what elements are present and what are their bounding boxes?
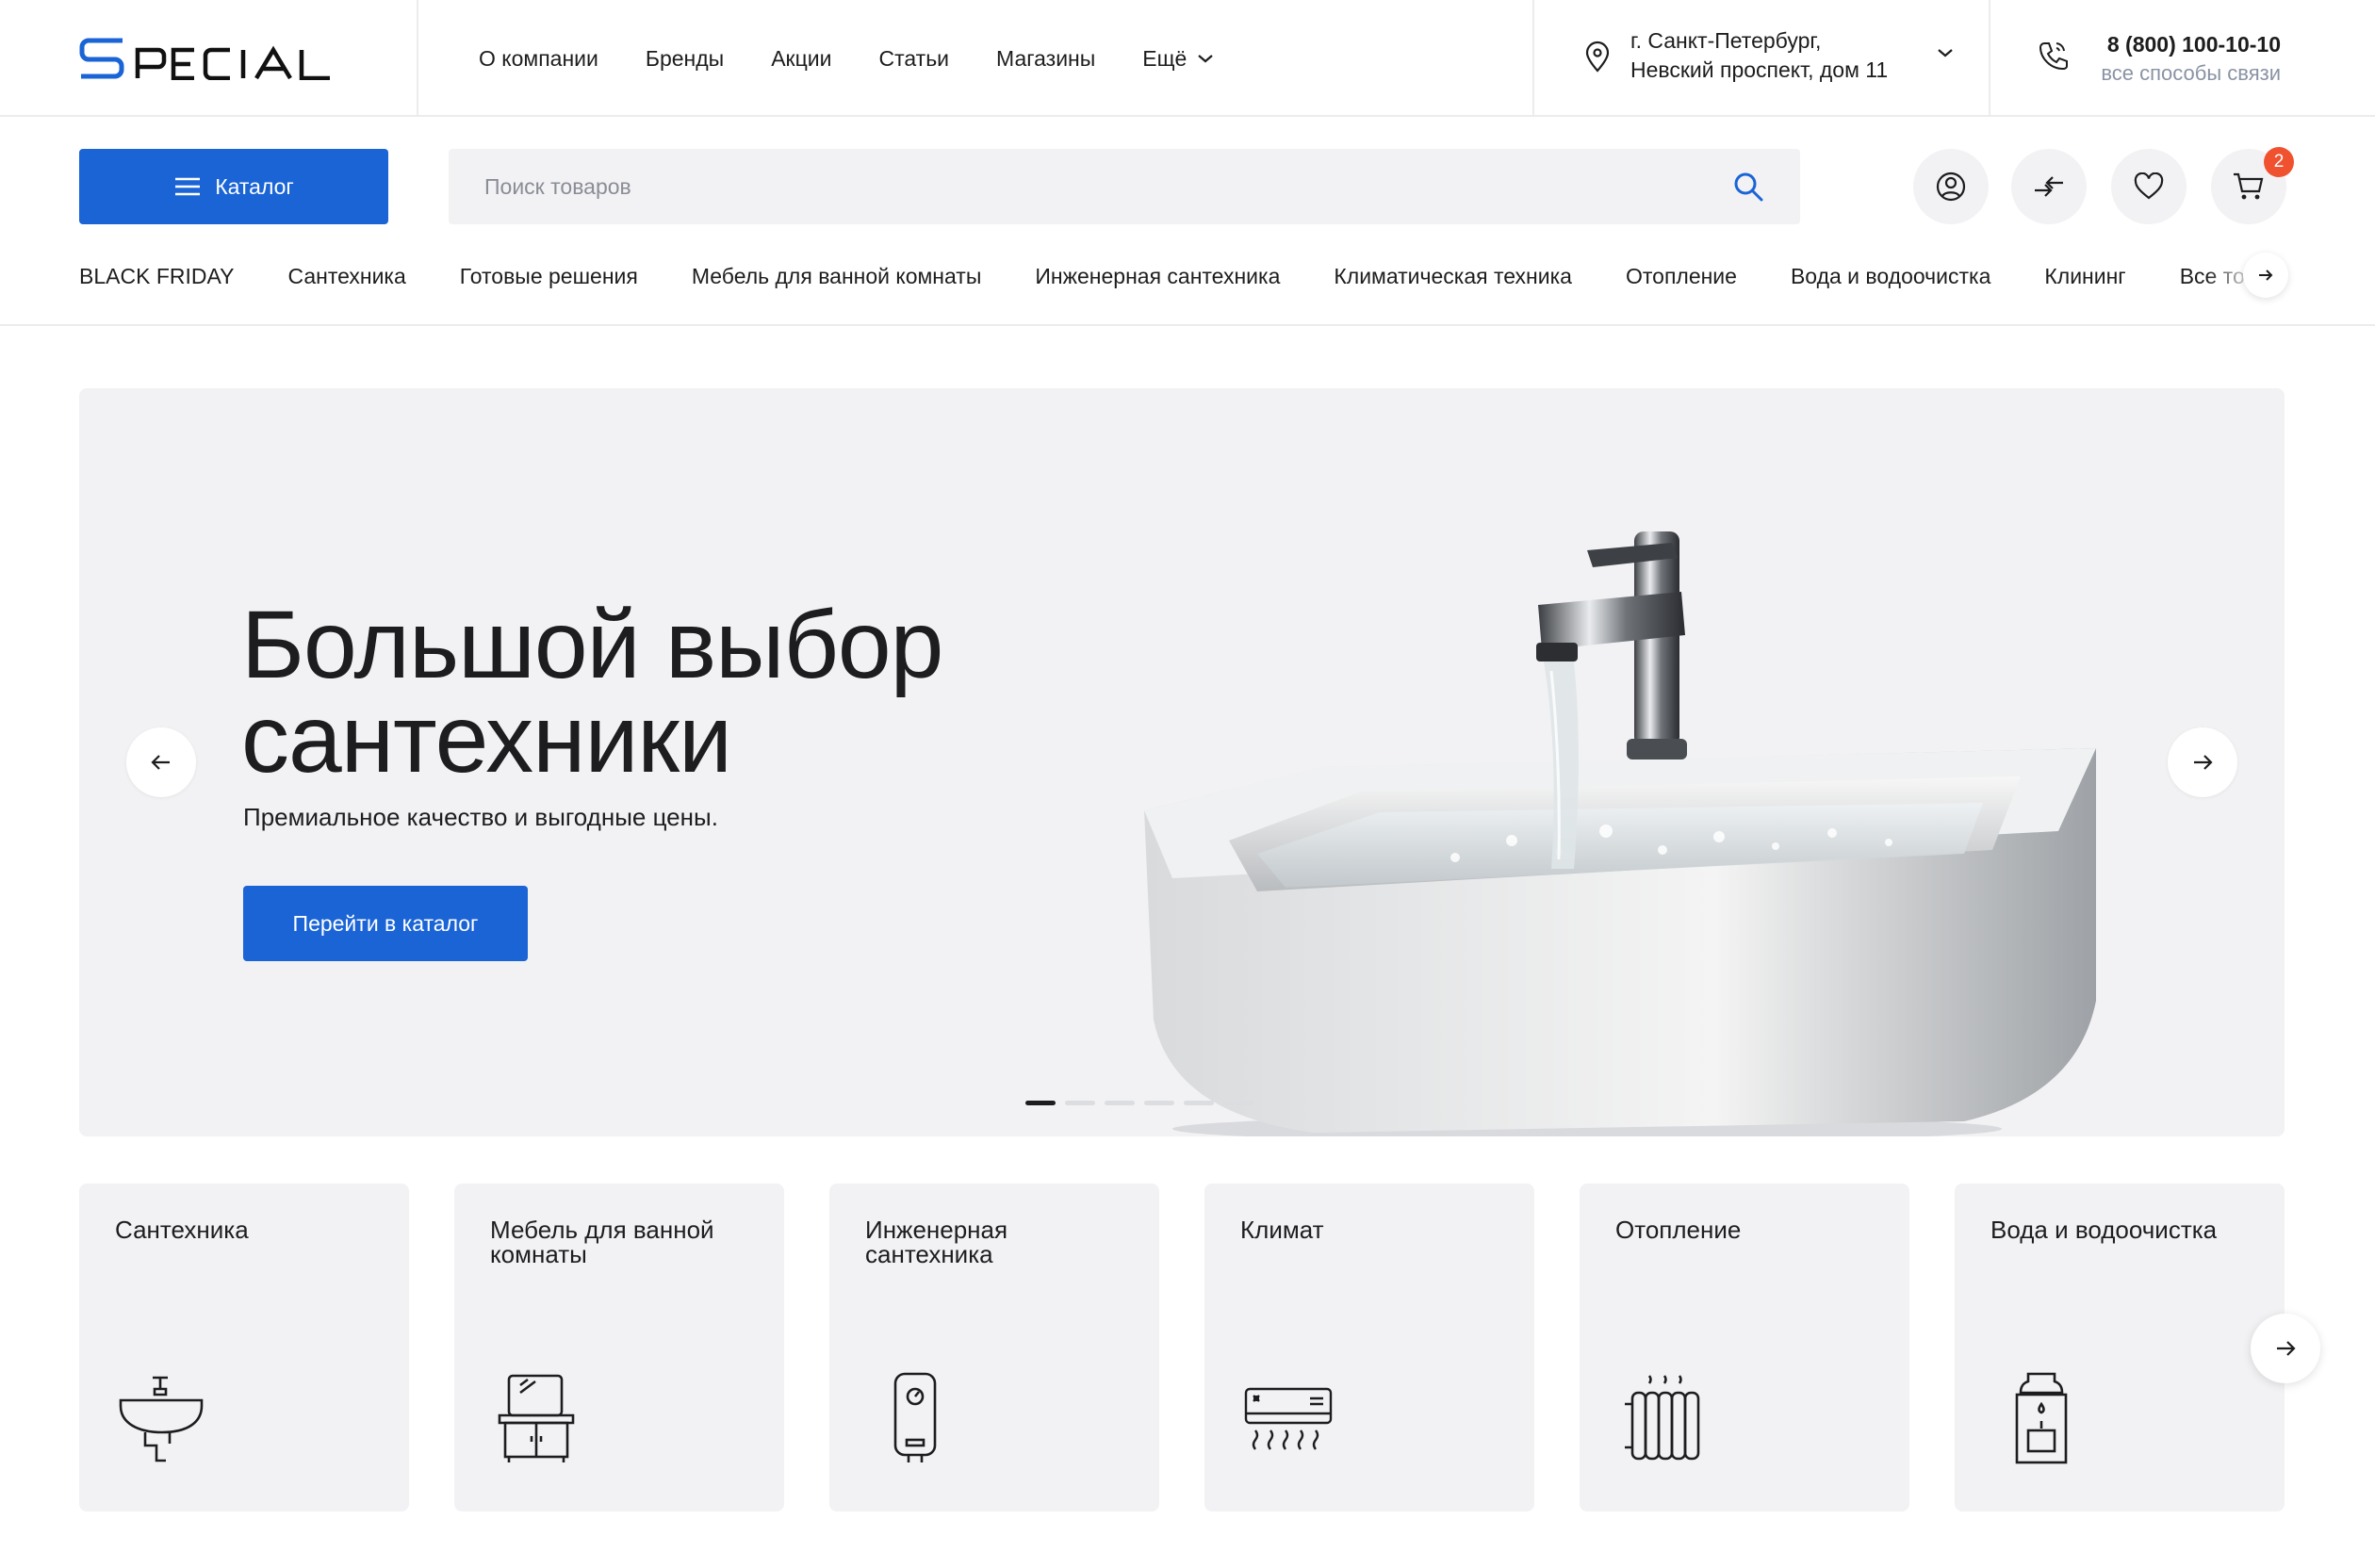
cart-icon [2234,172,2264,200]
arrow-right-icon [2259,270,2273,281]
divider [0,324,2375,326]
compare-button[interactable] [2011,149,2087,224]
category-card-bathroom-furniture[interactable]: Мебель для ванной комнаты [454,1184,784,1511]
phone-number[interactable]: 8 (800) 100-10-10 [2092,30,2281,58]
water-heater-icon [893,1372,937,1462]
category-link-cleaning[interactable]: Клининг [2044,264,2125,289]
category-card-engineering-plumbing[interactable]: Инженерная сантехника [829,1184,1159,1511]
catalog-button[interactable]: Каталог [79,149,388,224]
category-card-climate[interactable]: Климат [1204,1184,1534,1511]
arrow-left-icon [151,755,170,770]
arrow-right-icon [2277,1341,2296,1356]
divider [417,0,418,117]
hero-prev-button[interactable] [126,727,196,797]
arrow-right-icon [2194,755,2213,770]
category-link-water[interactable]: Вода и водоочистка [1791,264,1990,289]
search-icon[interactable] [1732,171,1764,203]
catalog-button-label: Каталог [215,173,294,199]
location-street: Невский проспект, дом 11 [1630,57,1889,82]
radiator-icon [1625,1375,1700,1461]
cart-button[interactable]: 2 [2211,147,2294,224]
cart-count-badge: 2 [2264,147,2294,177]
slider-dot[interactable] [1105,1101,1135,1105]
nav-link-articles[interactable]: Статьи [878,46,949,72]
top-navigation: О компании Бренды Акции Статьи Магазины … [479,0,1215,117]
nav-link-stores[interactable]: Магазины [996,46,1095,72]
contact-block: 8 (800) 100-10-10 все способы связи [2038,30,2281,89]
logo[interactable] [79,32,358,85]
top-bar: О компании Бренды Акции Статьи Магазины … [0,0,2375,117]
account-button[interactable] [1913,149,1989,224]
card-title: Вода и водоочистка [1990,1216,2218,1244]
nav-more-label: Ещё [1142,45,1188,71]
divider [1989,0,1990,117]
chevron-down-icon [1198,55,1214,63]
nav-link-about[interactable]: О компании [479,46,598,72]
hero-slider-dots [1025,1101,1253,1105]
favorites-button[interactable] [2111,149,2187,224]
chevron-down-icon [1938,49,1953,57]
hero-subtitle: Премиальное качество и выгодные цены. [243,803,718,831]
location-city: г. Санкт-Петербург, [1630,28,1822,53]
nav-link-promotions[interactable]: Акции [771,46,831,72]
slider-dot[interactable] [1184,1101,1214,1105]
category-link-black-friday[interactable]: BLACK FRIDAY [79,264,234,289]
search-input[interactable] [484,173,1732,200]
search-bar [449,149,1800,224]
washbasin-image [1144,531,2096,1136]
card-title: Климат [1240,1216,1324,1244]
category-link-heating[interactable]: Отопление [1626,264,1737,289]
hero-title-line-2: сантехники [241,685,732,792]
cards-next-button[interactable] [2251,1314,2320,1383]
logo-wordmark [79,38,330,80]
slider-dot[interactable] [1065,1101,1095,1105]
washbasin-icon [119,1376,204,1462]
all-contacts-link[interactable]: все способы связи [2092,58,2281,89]
location-selector[interactable]: г. Санкт-Петербург, Невский проспект, до… [1583,26,1955,85]
hero-title: Большой выбор сантехники [241,596,1089,787]
water-cooler-icon [2015,1372,2068,1464]
slider-dot[interactable] [1144,1101,1174,1105]
category-link-climate[interactable]: Климатическая техника [1334,264,1572,289]
user-icon [1936,172,1966,202]
category-link-ready-solutions[interactable]: Готовые решения [460,264,638,289]
heart-icon [2134,172,2164,200]
divider [1532,0,1534,117]
hero-title-line-1: Большой выбор [241,591,943,698]
slider-dot[interactable] [1025,1101,1056,1105]
menu-icon [175,177,201,196]
category-card-water[interactable]: Вода и водоочистка [1955,1184,2285,1511]
card-title: Сантехника [115,1216,249,1244]
category-card-heating[interactable]: Отопление [1580,1184,1909,1511]
location-pin-icon [1585,41,1610,73]
slider-dot[interactable] [1223,1101,1253,1105]
bathroom-cabinet-icon [498,1374,575,1462]
card-title: Мебель для ванной комнаты [490,1216,714,1268]
category-link-plumbing[interactable]: Сантехника [287,264,405,289]
air-conditioner-icon [1244,1387,1333,1450]
card-title: Отопление [1615,1216,1742,1244]
category-card-plumbing[interactable]: Сантехника [79,1184,409,1511]
hero-cta-button[interactable]: Перейти в каталог [243,886,528,961]
phone-icon [2039,42,2068,71]
hero-next-button[interactable] [2168,727,2237,797]
category-menu: BLACK FRIDAY Сантехника Готовые решения … [79,254,2288,298]
category-link-bathroom-furniture[interactable]: Мебель для ванной комнаты [692,264,982,289]
hero-banner: Большой выбор сантехники Премиальное кач… [79,388,2285,1136]
nav-link-brands[interactable]: Бренды [646,46,724,72]
compare-icon [2035,176,2063,197]
card-title: Инженерная сантехника [865,1216,1008,1268]
category-scroll-right-button[interactable] [2243,253,2288,298]
nav-more-dropdown[interactable]: Ещё [1142,46,1215,72]
category-link-engineering-plumbing[interactable]: Инженерная сантехника [1035,264,1280,289]
category-cards: Сантехника Мебель для ванной комнаты Инж… [79,1184,2285,1511]
